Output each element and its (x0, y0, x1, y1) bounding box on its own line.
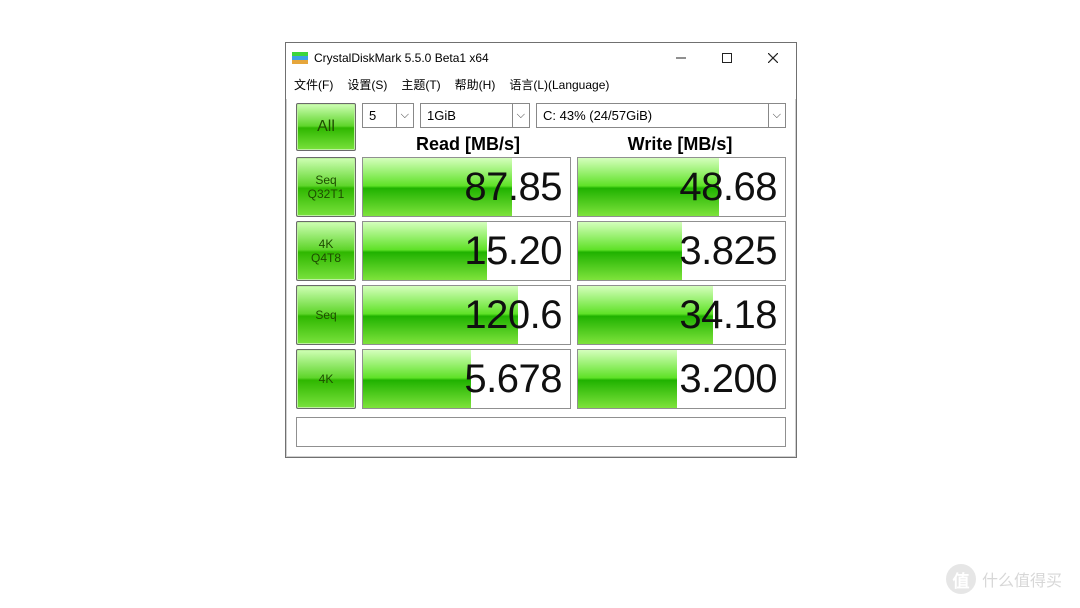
4k-q4t8-button[interactable]: 4K Q4T8 (296, 221, 356, 281)
4k-read-value: 5.678 (363, 350, 570, 408)
seq-q32t1-read-value: 87.85 (363, 158, 570, 216)
test-count-value: 5 (369, 108, 376, 123)
app-icon (292, 50, 308, 66)
test-size-value: 1GiB (427, 108, 456, 123)
window-title: CrystalDiskMark 5.5.0 Beta1 x64 (314, 51, 489, 65)
4k-q4t8-write: 3.825 (577, 221, 786, 281)
4k-read: 5.678 (362, 349, 571, 409)
all-button-label: All (317, 120, 335, 134)
maximize-button[interactable] (704, 43, 750, 73)
read-header: Read [MB/s] (362, 134, 574, 155)
4k-q4t8-read-value: 15.20 (363, 222, 570, 280)
seq-button[interactable]: Seq (296, 285, 356, 345)
seq-write: 34.18 (577, 285, 786, 345)
watermark-text: 什么值得买 (982, 567, 1062, 591)
drive-select[interactable]: C: 43% (24/57GiB) ⌵ (536, 103, 786, 128)
seq-q32t1-button[interactable]: Seq Q32T1 (296, 157, 356, 217)
menu-settings[interactable]: 设置(S) (343, 75, 391, 94)
seq-q32t1-write-value: 48.68 (578, 158, 785, 216)
row-4k-q4t8: 4K Q4T8 15.20 3.825 (296, 221, 786, 281)
seq-read-value: 120.6 (363, 286, 570, 344)
close-button[interactable] (750, 43, 796, 73)
chevron-down-icon: ⌵ (768, 104, 781, 127)
test-count-select[interactable]: 5 ⌵ (362, 103, 414, 128)
4k-write-value: 3.200 (578, 350, 785, 408)
4k-q4t8-read: 15.20 (362, 221, 571, 281)
drive-value: C: 43% (24/57GiB) (543, 108, 652, 123)
test-size-select[interactable]: 1GiB ⌵ (420, 103, 530, 128)
seq-write-value: 34.18 (578, 286, 785, 344)
status-box (296, 417, 786, 447)
seq-q32t1-write: 48.68 (577, 157, 786, 217)
row-seq: Seq 120.6 34.18 (296, 285, 786, 345)
all-button[interactable]: All (296, 103, 356, 151)
row-seq-q32t1: Seq Q32T1 87.85 48.68 (296, 157, 786, 217)
minimize-button[interactable] (658, 43, 704, 73)
row-4k: 4K 5.678 3.200 (296, 349, 786, 409)
4k-button[interactable]: 4K (296, 349, 356, 409)
menubar: 文件(F) 设置(S) 主题(T) 帮助(H) 语言(L)(Language) (286, 73, 796, 99)
watermark: 值 什么值得买 (946, 564, 1062, 594)
chevron-down-icon: ⌵ (396, 104, 409, 127)
app-window: CrystalDiskMark 5.5.0 Beta1 x64 文件(F) 设置… (285, 42, 797, 458)
client-area: All 5 ⌵ 1GiB ⌵ C: 43% (24/57GiB) ⌵ (286, 99, 796, 457)
menu-help[interactable]: 帮助(H) (451, 75, 500, 94)
menu-language[interactable]: 语言(L)(Language) (505, 75, 613, 94)
menu-theme[interactable]: 主题(T) (397, 75, 444, 94)
menu-file[interactable]: 文件(F) (290, 75, 337, 94)
chevron-down-icon: ⌵ (512, 104, 525, 127)
seq-read: 120.6 (362, 285, 571, 345)
4k-write: 3.200 (577, 349, 786, 409)
watermark-icon: 值 (946, 564, 976, 594)
4k-q4t8-write-value: 3.825 (578, 222, 785, 280)
seq-q32t1-read: 87.85 (362, 157, 571, 217)
titlebar: CrystalDiskMark 5.5.0 Beta1 x64 (286, 43, 796, 73)
write-header: Write [MB/s] (574, 134, 786, 155)
